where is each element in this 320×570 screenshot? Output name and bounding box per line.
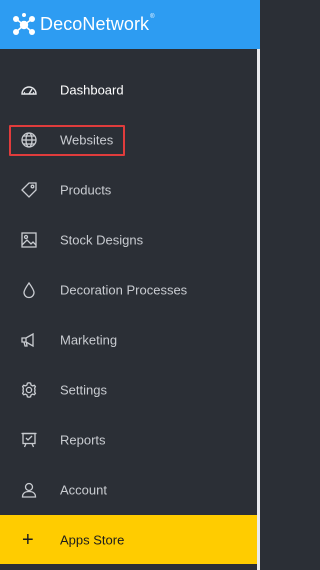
drop-icon	[20, 281, 38, 299]
image-icon	[20, 231, 38, 249]
sidebar-item-label: Settings	[60, 382, 107, 398]
sidebar-item-decoration-processes[interactable]: Decoration Processes	[0, 265, 257, 315]
apps-store-label: Apps Store	[60, 532, 125, 547]
deconetwork-logo-icon	[13, 12, 35, 35]
sidebar-item-settings[interactable]: Settings	[0, 365, 257, 415]
sidebar-item-label: Reports	[60, 432, 106, 448]
sidebar-item-label: Marketing	[60, 332, 118, 348]
tag-icon	[20, 181, 38, 199]
app-header: DecoNetwork ®	[0, 0, 260, 49]
speedometer-icon	[20, 81, 38, 99]
sidebar-item-label: Decoration Processes	[60, 282, 188, 298]
sidebar-item-account[interactable]: Account	[0, 465, 257, 515]
sidebar-item-label: Account	[60, 482, 107, 498]
sidebar-item-stock-designs[interactable]: Stock Designs	[0, 215, 257, 265]
presentation-icon	[20, 431, 38, 449]
sidebar-item-label: Dashboard	[60, 82, 124, 98]
sidebar-item-dashboard[interactable]: Dashboard	[0, 65, 257, 115]
user-icon	[20, 481, 38, 499]
sidebar-edge	[257, 49, 260, 570]
sidebar-item-websites[interactable]: Websites	[0, 115, 257, 165]
sidebar-item-marketing[interactable]: Marketing	[0, 315, 257, 365]
sidebar-item-label: Websites	[60, 132, 114, 148]
plus-icon: +	[22, 528, 34, 551]
sidebar-item-label: Products	[60, 182, 112, 198]
brand-name: DecoNetwork	[40, 14, 150, 34]
globe-icon	[20, 131, 38, 149]
gear-icon	[20, 381, 38, 399]
sidebar: Dashboard Websites Products Stock Design…	[0, 49, 260, 570]
registered-mark: ®	[150, 13, 155, 20]
sidebar-item-reports[interactable]: Reports	[0, 415, 257, 465]
megaphone-icon	[20, 331, 38, 349]
apps-store-button[interactable]: + Apps Store	[0, 515, 257, 564]
sidebar-item-label: Stock Designs	[60, 232, 144, 248]
sidebar-item-products[interactable]: Products	[0, 165, 257, 215]
